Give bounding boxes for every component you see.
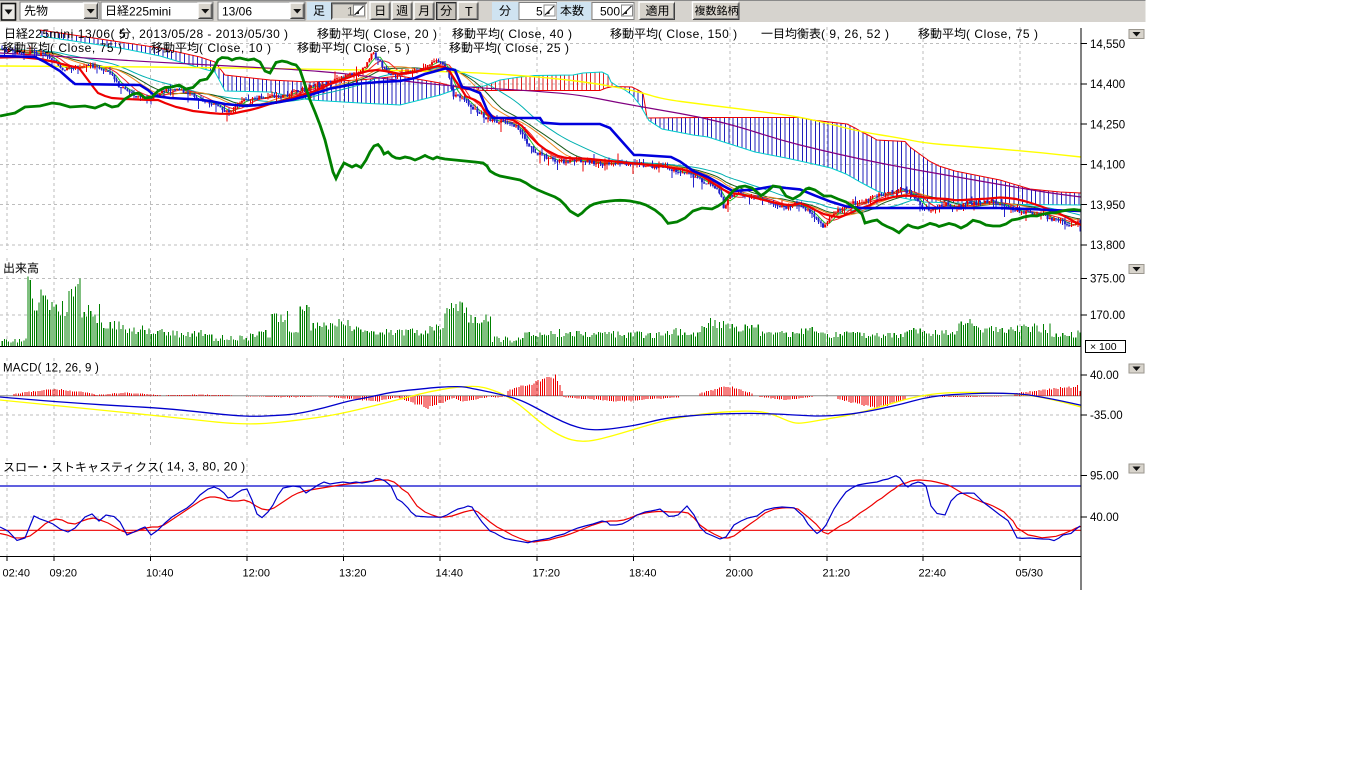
svg-text:13:20: 13:20 [339, 568, 367, 580]
svg-text:05/30: 05/30 [1016, 568, 1044, 580]
svg-text:225mini 13/06( 5: 225mini 13/06( 5 [28, 27, 126, 41]
svg-text:170.00: 170.00 [1090, 310, 1125, 322]
svg-text:14:40: 14:40 [436, 568, 464, 580]
svg-text:, 2013/05/28 - 2013/05/30 ): , 2013/05/28 - 2013/05/30 ) [132, 27, 289, 41]
svg-text:500: 500 [600, 5, 620, 19]
svg-text:1: 1 [347, 5, 354, 19]
svg-text:14,400: 14,400 [1090, 79, 1125, 91]
svg-text:14,250: 14,250 [1090, 119, 1125, 131]
svg-text:18:40: 18:40 [629, 568, 657, 580]
svg-text:( Close, 75 ): ( Close, 75 ) [50, 41, 123, 55]
svg-text:13,800: 13,800 [1090, 240, 1125, 252]
svg-text:( Close, 5 ): ( Close, 5 ) [345, 41, 410, 55]
svg-text:14,100: 14,100 [1090, 160, 1125, 172]
svg-text:95.00: 95.00 [1090, 471, 1119, 483]
svg-text:02:40: 02:40 [3, 568, 31, 580]
svg-text:10:40: 10:40 [146, 568, 174, 580]
svg-text:09:20: 09:20 [50, 568, 78, 580]
svg-text:T: T [465, 5, 473, 19]
svg-text:( Close, 150 ): ( Close, 150 ) [658, 27, 738, 41]
svg-text:( Close, 25 ): ( Close, 25 ) [497, 41, 570, 55]
svg-text:17:20: 17:20 [533, 568, 561, 580]
svg-text:22:40: 22:40 [919, 568, 947, 580]
svg-text:13/06: 13/06 [222, 5, 252, 19]
svg-text:5: 5 [536, 5, 543, 19]
svg-text:40.00: 40.00 [1090, 512, 1119, 524]
svg-text:21:20: 21:20 [823, 568, 851, 580]
svg-text:( Close, 10 ): ( Close, 10 ) [199, 41, 272, 55]
svg-text:( 9, 26, 52 ): ( 9, 26, 52 ) [821, 27, 890, 41]
svg-text:( 14, 3, 80, 20 ): ( 14, 3, 80, 20 ) [159, 460, 245, 474]
svg-text:14,550: 14,550 [1090, 39, 1125, 51]
svg-text:375.00: 375.00 [1090, 274, 1125, 286]
svg-text:MACD( 12, 26, 9 ): MACD( 12, 26, 9 ) [3, 363, 99, 375]
svg-text:12:00: 12:00 [243, 568, 271, 580]
svg-text:( Close, 40 ): ( Close, 40 ) [500, 27, 573, 41]
svg-text:40.00: 40.00 [1090, 370, 1119, 382]
svg-text:225mini: 225mini [129, 5, 171, 19]
svg-text:20:00: 20:00 [726, 568, 754, 580]
svg-text:× 100: × 100 [1090, 341, 1117, 353]
svg-text:( Close, 75 ): ( Close, 75 ) [966, 27, 1039, 41]
svg-text:( Close, 20 ): ( Close, 20 ) [365, 27, 438, 41]
svg-text:13,950: 13,950 [1090, 200, 1125, 212]
svg-text:-35.00: -35.00 [1090, 410, 1123, 422]
